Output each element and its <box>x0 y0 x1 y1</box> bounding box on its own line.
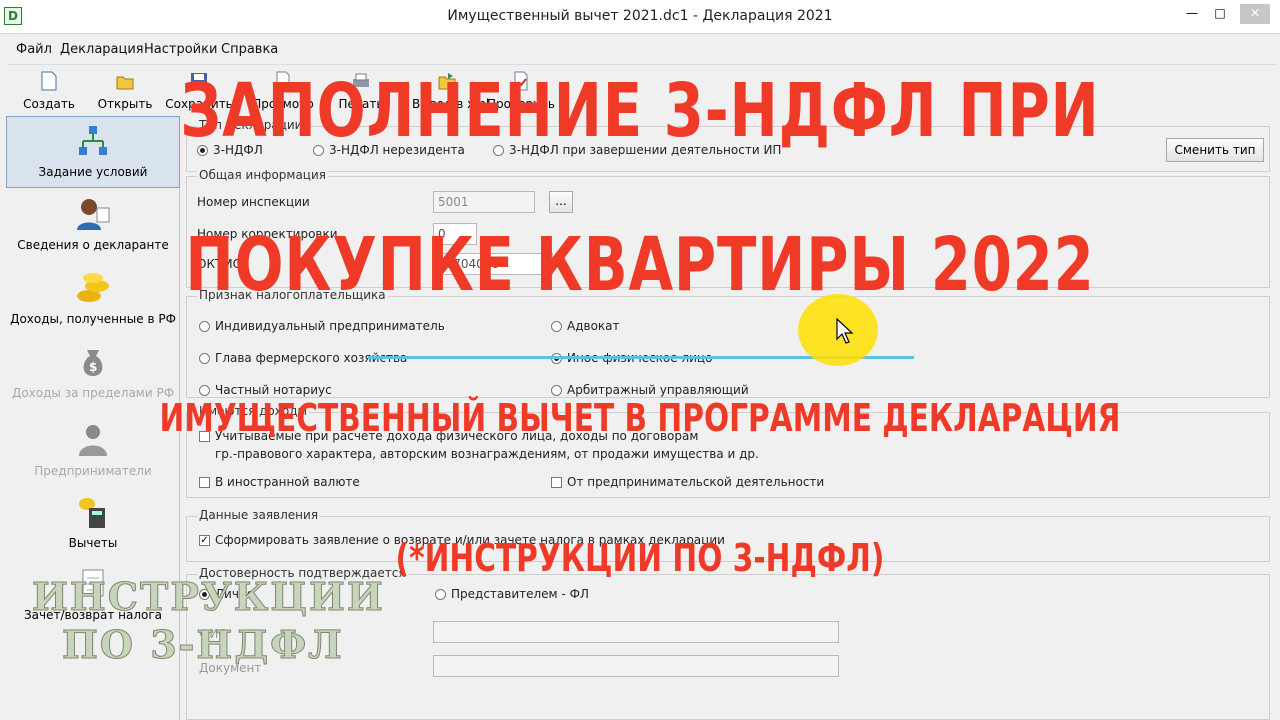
inspection-field[interactable]: 5001 <box>433 191 535 213</box>
headline-line2: ПОКУПКЕ КВАРТИРЫ 2022 <box>185 222 1095 308</box>
svg-text:$: $ <box>89 360 97 374</box>
taxpayer-manager-label: Арбитражный управляющий <box>567 383 749 397</box>
sidebar-label-conditions: Задание условий <box>38 165 148 179</box>
document-field[interactable] <box>433 655 839 677</box>
taxpayer-ip-radio[interactable] <box>199 321 210 332</box>
taxpayer-notary-radio[interactable] <box>199 385 210 396</box>
open-folder-icon <box>116 71 134 91</box>
title-bar: D Имущественный вычет 2021.dc1 - Деклара… <box>0 0 1280 34</box>
taxpayer-manager-radio[interactable] <box>551 385 562 396</box>
taxpayer-lawyer-label: Адвокат <box>567 319 620 333</box>
calculator-icon <box>75 494 111 530</box>
change-type-button[interactable]: Сменить тип <box>1166 138 1264 162</box>
menu-declaration[interactable]: Декларация <box>60 42 144 57</box>
taxpayer-ip-label: Индивидуальный предприниматель <box>215 319 445 333</box>
money-bag-icon: $ <box>75 344 111 380</box>
general-info-title: Общая информация <box>197 168 328 182</box>
taxpayer-farmer-radio[interactable] <box>199 353 210 364</box>
maximize-button[interactable]: □ <box>1210 4 1230 24</box>
inspection-label: Номер инспекции <box>197 195 310 209</box>
sidebar-label-entrepreneurs: Предприниматели <box>34 464 152 478</box>
close-button[interactable]: ✕ <box>1240 4 1270 24</box>
reliability-representative-radio[interactable] <box>435 589 446 600</box>
create-label: Создать <box>23 97 75 111</box>
taxpayer-lawyer-radio[interactable] <box>551 321 562 332</box>
person-icon <box>75 196 111 232</box>
income-general-label-line2: гр.-правового характера, авторским возна… <box>215 447 759 461</box>
fio-field[interactable] <box>433 621 839 643</box>
menu-help[interactable]: Справка <box>221 42 278 57</box>
reliability-representative-label: Представителем - ФЛ <box>451 587 589 601</box>
minimize-button[interactable]: — <box>1182 4 1202 24</box>
window-title: Имущественный вычет 2021.dc1 - Деклараци… <box>447 8 833 24</box>
watermark-line1: ИНСТРУКЦИИ <box>32 574 385 620</box>
new-file-icon <box>40 71 58 91</box>
application-title: Данные заявления <box>197 508 321 522</box>
headline-line1: ЗАПОЛНЕНИЕ 3-НДФЛ ПРИ <box>180 68 1100 154</box>
income-business-checkbox[interactable] <box>551 477 562 488</box>
taxpayer-notary-label: Частный нотариус <box>215 383 332 397</box>
menu-file[interactable]: Файл <box>16 42 52 57</box>
create-button[interactable]: Создать <box>14 69 84 117</box>
sidebar-label-income-rf: Доходы, полученные в РФ <box>10 312 176 326</box>
taxpayer-group: Признак налогоплательщика Индивидуальный… <box>186 288 1270 398</box>
entrepreneur-icon <box>75 422 111 458</box>
income-business-label: От предпринимательской деятельности <box>567 475 825 489</box>
subtitle: ИМУЩЕСТВЕННЫЙ ВЫЧЕТ В ПРОГРАММЕ ДЕКЛАРАЦ… <box>159 396 1121 440</box>
mouse-cursor-icon <box>836 318 854 344</box>
menu-bar: Файл Декларация Настройки Справка <box>0 38 1280 60</box>
coins-icon <box>75 270 111 306</box>
income-foreign-checkbox[interactable] <box>199 477 210 488</box>
watermark-line2: ПО 3-НДФЛ <box>62 622 344 668</box>
income-foreign-label: В иностранной валюте <box>215 475 360 489</box>
menu-settings[interactable]: Настройки <box>144 42 217 57</box>
inspection-lookup-button[interactable]: ... <box>549 191 573 213</box>
conditions-icon <box>75 123 111 159</box>
